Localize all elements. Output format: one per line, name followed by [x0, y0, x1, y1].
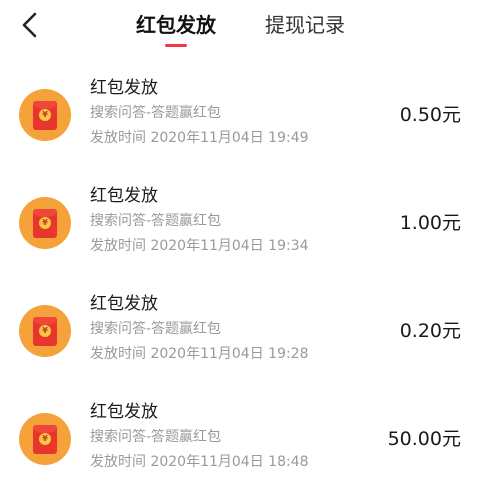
- tab-red-packet-payout[interactable]: 红包发放: [136, 11, 216, 39]
- record-title: 红包发放: [90, 78, 158, 98]
- red-envelope-avatar: ¥: [19, 305, 71, 357]
- red-envelope-icon: ¥: [33, 425, 57, 454]
- red-envelope-avatar: ¥: [19, 413, 71, 465]
- record-time: 发放时间 2020年11月04日 19:28: [90, 346, 309, 362]
- record-title: 红包发放: [90, 294, 158, 314]
- red-envelope-icon: ¥: [33, 101, 57, 130]
- chevron-left-icon: [22, 12, 37, 38]
- list-item[interactable]: ¥ 红包发放 搜索问答-答题赢红包 发放时间 2020年11月04日 19:49…: [0, 50, 480, 158]
- record-source: 搜索问答-答题赢红包: [90, 321, 222, 337]
- record-time: 发放时间 2020年11月04日 18:48: [90, 454, 309, 470]
- record-amount: 0.50元: [399, 104, 461, 126]
- active-tab-indicator: [165, 44, 187, 47]
- list-item[interactable]: ¥ 红包发放 搜索问答-答题赢红包 发放时间 2020年11月04日 19:28…: [0, 266, 480, 374]
- tab-withdrawal-records[interactable]: 提现记录: [265, 11, 345, 39]
- record-title: 红包发放: [90, 402, 158, 422]
- record-amount: 0.20元: [399, 320, 461, 342]
- record-source: 搜索问答-答题赢红包: [90, 105, 222, 121]
- back-button[interactable]: [14, 10, 44, 40]
- record-amount: 50.00元: [387, 428, 461, 450]
- record-amount: 1.00元: [399, 212, 461, 234]
- red-envelope-icon: ¥: [33, 317, 57, 346]
- record-title: 红包发放: [90, 186, 158, 206]
- list-item[interactable]: ¥ 红包发放 搜索问答-答题赢红包 发放时间 2020年11月04日 19:34…: [0, 158, 480, 266]
- red-envelope-avatar: ¥: [19, 89, 71, 141]
- red-envelope-icon: ¥: [33, 209, 57, 238]
- record-source: 搜索问答-答题赢红包: [90, 213, 222, 229]
- top-nav-bar: 红包发放 提现记录: [0, 0, 480, 50]
- record-source: 搜索问答-答题赢红包: [90, 429, 222, 445]
- list-item[interactable]: ¥ 红包发放 搜索问答-答题赢红包 发放时间 2020年11月04日 18:48…: [0, 374, 480, 482]
- red-envelope-avatar: ¥: [19, 197, 71, 249]
- record-time: 发放时间 2020年11月04日 19:49: [90, 130, 309, 146]
- record-time: 发放时间 2020年11月04日 19:34: [90, 238, 309, 254]
